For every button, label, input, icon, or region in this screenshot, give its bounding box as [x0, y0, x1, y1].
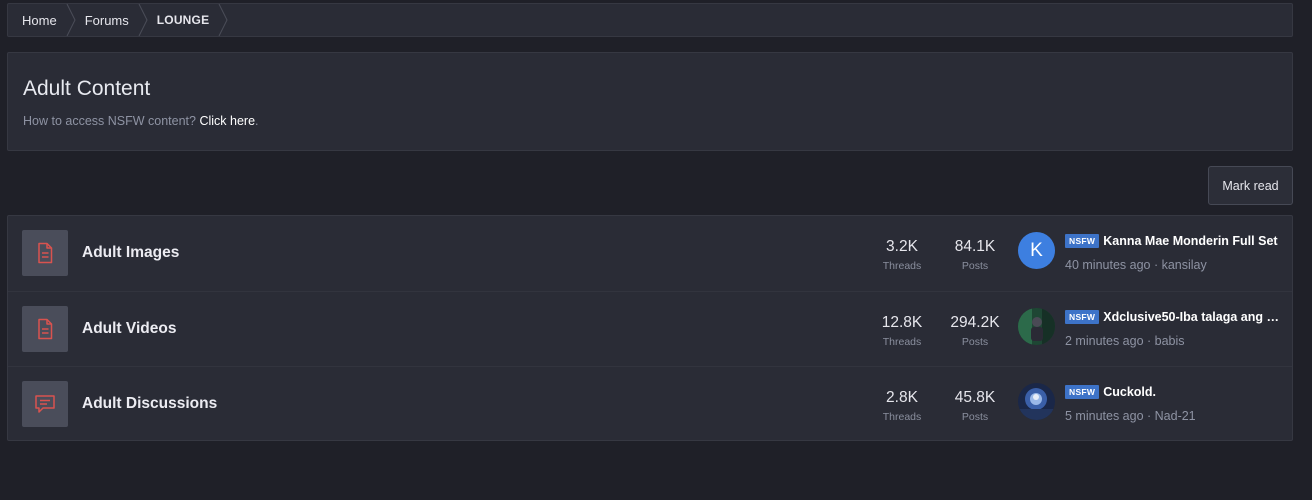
latest-meta: 5 minutes ago · Nad-21 [1065, 409, 1196, 423]
latest-time[interactable]: 2 minutes ago [1065, 334, 1144, 348]
posts-count: 294.2K [950, 314, 1000, 331]
latest-thread-title: Kanna Mae Monderin Full Set [1103, 234, 1278, 248]
document-icon[interactable] [22, 306, 68, 352]
breadcrumb-forums-label: Forums [84, 12, 129, 28]
latest-thread-title: Cuckold. [1103, 385, 1157, 399]
chat-icon[interactable] [22, 381, 68, 427]
posts-label: Posts [961, 336, 989, 348]
forum-row-adult-images: Adult Images 3.2K Threads 84.1K Posts K … [8, 216, 1292, 291]
latest-time[interactable]: 40 minutes ago [1065, 258, 1150, 272]
nsfw-badge: NSFW [1065, 234, 1100, 248]
nsfw-badge: NSFW [1065, 310, 1100, 324]
breadcrumb-home-label: Home [22, 12, 57, 28]
breadcrumb-lounge-label: LOUNGE [156, 13, 210, 27]
latest-thread-link[interactable]: NSFW Cuckold. [1065, 385, 1285, 399]
latest-user[interactable]: babis [1155, 334, 1185, 348]
forum-header: Adult Content How to access NSFW content… [7, 52, 1293, 151]
latest-thread-link[interactable]: NSFW Kanna Mae Monderin Full Set [1065, 234, 1285, 248]
nsfw-badge: NSFW [1065, 385, 1100, 399]
description-suffix: . [255, 114, 259, 128]
forum-title-link[interactable]: Adult Discussions [82, 395, 217, 413]
threads-label: Threads [882, 260, 922, 272]
posts-count: 84.1K [954, 238, 996, 255]
posts-stat: 84.1K Posts [940, 238, 1010, 273]
forum-row-adult-videos: Adult Videos 12.8K Threads 294.2K Posts … [8, 291, 1292, 367]
latest-thread-title: Xdclusive50-Iba talaga ang … [1103, 310, 1279, 324]
click-here-link[interactable]: Click here [199, 114, 255, 128]
breadcrumb: Home Forums LOUNGE [7, 3, 1293, 37]
forum-list: Adult Images 3.2K Threads 84.1K Posts K … [7, 215, 1293, 441]
description-text: How to access NSFW content? [23, 114, 196, 128]
posts-stat: 294.2K Posts [940, 314, 1010, 349]
latest-time[interactable]: 5 minutes ago [1065, 409, 1144, 423]
posts-label: Posts [961, 411, 989, 423]
breadcrumb-lounge[interactable]: LOUNGE [143, 4, 228, 36]
threads-count: 3.2K [886, 238, 918, 255]
threads-count: 2.8K [886, 389, 918, 406]
threads-stat: 2.8K Threads [867, 389, 937, 424]
breadcrumb-home[interactable]: Home [8, 4, 76, 36]
avatar[interactable]: K [1018, 232, 1055, 269]
latest-thread-link[interactable]: NSFW Xdclusive50-Iba talaga ang … [1065, 310, 1285, 324]
posts-label: Posts [961, 260, 989, 272]
latest-meta: 2 minutes ago · babis [1065, 334, 1185, 348]
forum-row-adult-discussions: Adult Discussions 2.8K Threads 45.8K Pos… [8, 366, 1292, 442]
breadcrumb-separator-icon [217, 4, 229, 36]
threads-stat: 12.8K Threads [867, 314, 937, 349]
avatar[interactable] [1018, 383, 1055, 420]
threads-label: Threads [882, 336, 922, 348]
page-description: How to access NSFW content? Click here. [23, 114, 259, 128]
mark-read-button[interactable]: Mark read [1208, 166, 1293, 205]
page-title: Adult Content [23, 77, 151, 100]
posts-stat: 45.8K Posts [940, 389, 1010, 424]
posts-count: 45.8K [954, 389, 996, 406]
breadcrumb-forums[interactable]: Forums [71, 4, 148, 36]
forum-title-link[interactable]: Adult Videos [82, 320, 176, 338]
threads-stat: 3.2K Threads [867, 238, 937, 273]
latest-user[interactable]: kansilay [1162, 258, 1207, 272]
threads-label: Threads [882, 411, 922, 423]
threads-count: 12.8K [881, 314, 923, 331]
document-icon[interactable] [22, 230, 68, 276]
forum-title-link[interactable]: Adult Images [82, 244, 179, 262]
latest-meta: 40 minutes ago · kansilay [1065, 258, 1207, 272]
avatar[interactable] [1018, 308, 1055, 345]
latest-user[interactable]: Nad-21 [1155, 409, 1196, 423]
